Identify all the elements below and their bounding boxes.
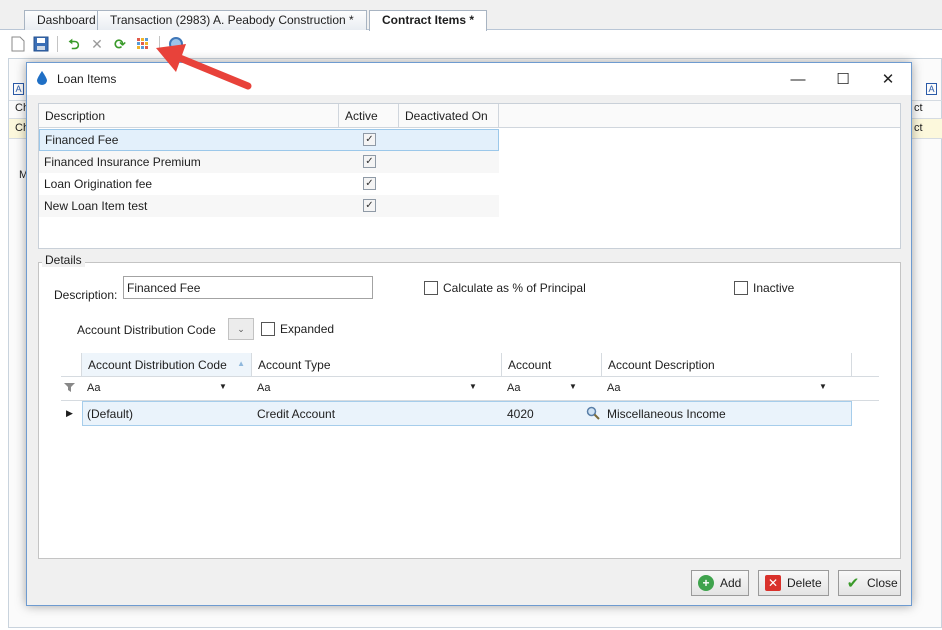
toolbar-separator xyxy=(57,36,58,52)
filter-account-input[interactable]: Aa xyxy=(507,382,520,394)
loan-items-dialog: Loan Items — ☐ ✕ Description Active Deac… xyxy=(26,62,912,606)
active-checkbox[interactable]: ✓ xyxy=(363,155,376,168)
tab-contract-items[interactable]: Contract Items * xyxy=(369,10,488,31)
details-group: Description: Financed Fee Calculate as %… xyxy=(38,262,901,559)
grid-layout-icon[interactable] xyxy=(133,34,153,54)
adc-label: Account Distribution Code xyxy=(77,323,216,337)
column-header-account[interactable]: Account xyxy=(502,353,602,377)
details-legend: Details xyxy=(42,253,85,267)
column-header-account-description[interactable]: Account Description xyxy=(602,353,852,377)
dialog-title: Loan Items xyxy=(57,72,117,86)
undo-icon[interactable]: ⮌ xyxy=(64,34,84,54)
column-header-filler xyxy=(499,104,900,128)
active-checkbox[interactable]: ✓ xyxy=(363,177,376,190)
delete-x-icon: ✕ xyxy=(765,575,781,591)
column-header-account-type[interactable]: Account Type xyxy=(252,353,502,377)
refresh-icon[interactable]: ⟳ xyxy=(110,34,130,54)
chevron-down-icon[interactable]: ▼ xyxy=(219,382,227,391)
checkmark-icon: ✔ xyxy=(846,575,860,592)
filter-row: Aa ▼ Aa ▼ Aa ▼ Aa ▼ xyxy=(61,377,879,401)
search-icon[interactable] xyxy=(166,34,186,54)
column-header-description[interactable]: Description xyxy=(39,104,339,128)
cell-description: New Loan Item test xyxy=(44,199,148,213)
description-label: Description: xyxy=(54,288,118,302)
sort-arrow-icon: ▲ xyxy=(237,359,245,368)
toolbar-separator xyxy=(159,36,160,52)
chevron-down-icon[interactable]: ▼ xyxy=(469,382,477,391)
expanded-label: Expanded xyxy=(280,322,335,336)
maximize-button[interactable]: ☐ xyxy=(820,63,866,95)
save-icon[interactable] xyxy=(31,34,51,54)
cell-account: 4020 xyxy=(507,407,534,421)
cell-account-type: Credit Account xyxy=(257,407,336,421)
active-checkbox[interactable]: ✓ xyxy=(363,133,376,146)
cell-adc: (Default) xyxy=(87,407,134,421)
column-header-active[interactable]: Active xyxy=(339,104,399,128)
filter-adc-input[interactable]: Aa xyxy=(87,382,100,394)
new-icon[interactable] xyxy=(8,34,28,54)
table-row[interactable]: Financed Insurance Premium ✓ xyxy=(39,151,499,173)
table-row[interactable]: New Loan Item test ✓ xyxy=(39,195,499,217)
main-toolbar: ⮌ ✕ ⟳ xyxy=(8,33,186,55)
column-header-adc[interactable]: Account Distribution Code ▲ xyxy=(82,353,252,377)
column-header-deactivated-on[interactable]: Deactivated On xyxy=(399,104,499,128)
bg-filter-letter: A xyxy=(926,83,937,95)
bg-cell-text: ct xyxy=(914,102,923,114)
table-row[interactable]: Loan Origination fee ✓ xyxy=(39,173,499,195)
bg-filter-letter: A xyxy=(13,83,24,95)
account-lookup-icon[interactable] xyxy=(586,406,600,423)
active-checkbox[interactable]: ✓ xyxy=(363,199,376,212)
add-button[interactable]: + Add xyxy=(691,570,749,596)
calc-percent-checkbox[interactable] xyxy=(424,281,438,295)
loan-items-grid: Description Active Deactivated On Financ… xyxy=(38,103,901,249)
delete-button-label: Delete xyxy=(787,576,822,590)
table-row[interactable]: (Default) Credit Account 4020 Miscellane… xyxy=(82,401,852,426)
adc-dropdown-button[interactable]: ⌄ xyxy=(228,318,254,340)
water-drop-icon xyxy=(37,71,47,85)
description-field[interactable]: Financed Fee xyxy=(123,276,373,299)
filter-account-description-input[interactable]: Aa xyxy=(607,382,620,394)
table-row[interactable]: Financed Fee ✓ xyxy=(39,129,499,151)
minimize-button[interactable]: — xyxy=(775,63,821,95)
inactive-label: Inactive xyxy=(753,281,795,295)
inactive-checkbox[interactable] xyxy=(734,281,748,295)
chevron-down-icon[interactable]: ▼ xyxy=(569,382,577,391)
delete-icon[interactable]: ✕ xyxy=(87,34,107,54)
bg-cell-text: ct xyxy=(914,122,923,134)
delete-button[interactable]: ✕ Delete xyxy=(758,570,829,596)
column-header-adc-label: Account Distribution Code xyxy=(88,358,227,372)
chevron-down-icon: ⌄ xyxy=(237,323,245,334)
tab-transaction[interactable]: Transaction (2983) A. Peabody Constructi… xyxy=(97,10,367,30)
expanded-checkbox[interactable] xyxy=(261,322,275,336)
row-indicator-header xyxy=(61,353,82,377)
chevron-down-icon[interactable]: ▼ xyxy=(819,382,827,391)
close-button-label: Close xyxy=(867,576,898,590)
tab-dashboard[interactable]: Dashboard xyxy=(24,10,109,30)
plus-icon: + xyxy=(698,575,714,591)
document-tabstrip: Dashboard Transaction (2983) A. Peabody … xyxy=(0,0,942,31)
cell-description: Financed Fee xyxy=(45,133,119,147)
add-button-label: Add xyxy=(720,576,742,590)
cell-description: Loan Origination fee xyxy=(44,177,153,191)
cell-description: Financed Insurance Premium xyxy=(44,155,201,169)
dialog-titlebar: Loan Items — ☐ ✕ xyxy=(27,63,911,95)
column-header-filler xyxy=(852,353,879,377)
filter-account-type-input[interactable]: Aa xyxy=(257,382,270,394)
close-button[interactable]: ✔ Close xyxy=(838,570,901,596)
cell-account-description: Miscellaneous Income xyxy=(607,407,726,421)
calc-percent-label: Calculate as % of Principal xyxy=(443,281,586,295)
filter-icon[interactable] xyxy=(64,382,76,396)
close-window-button[interactable]: ✕ xyxy=(865,63,911,95)
row-expand-icon[interactable]: ▶ xyxy=(66,408,73,419)
